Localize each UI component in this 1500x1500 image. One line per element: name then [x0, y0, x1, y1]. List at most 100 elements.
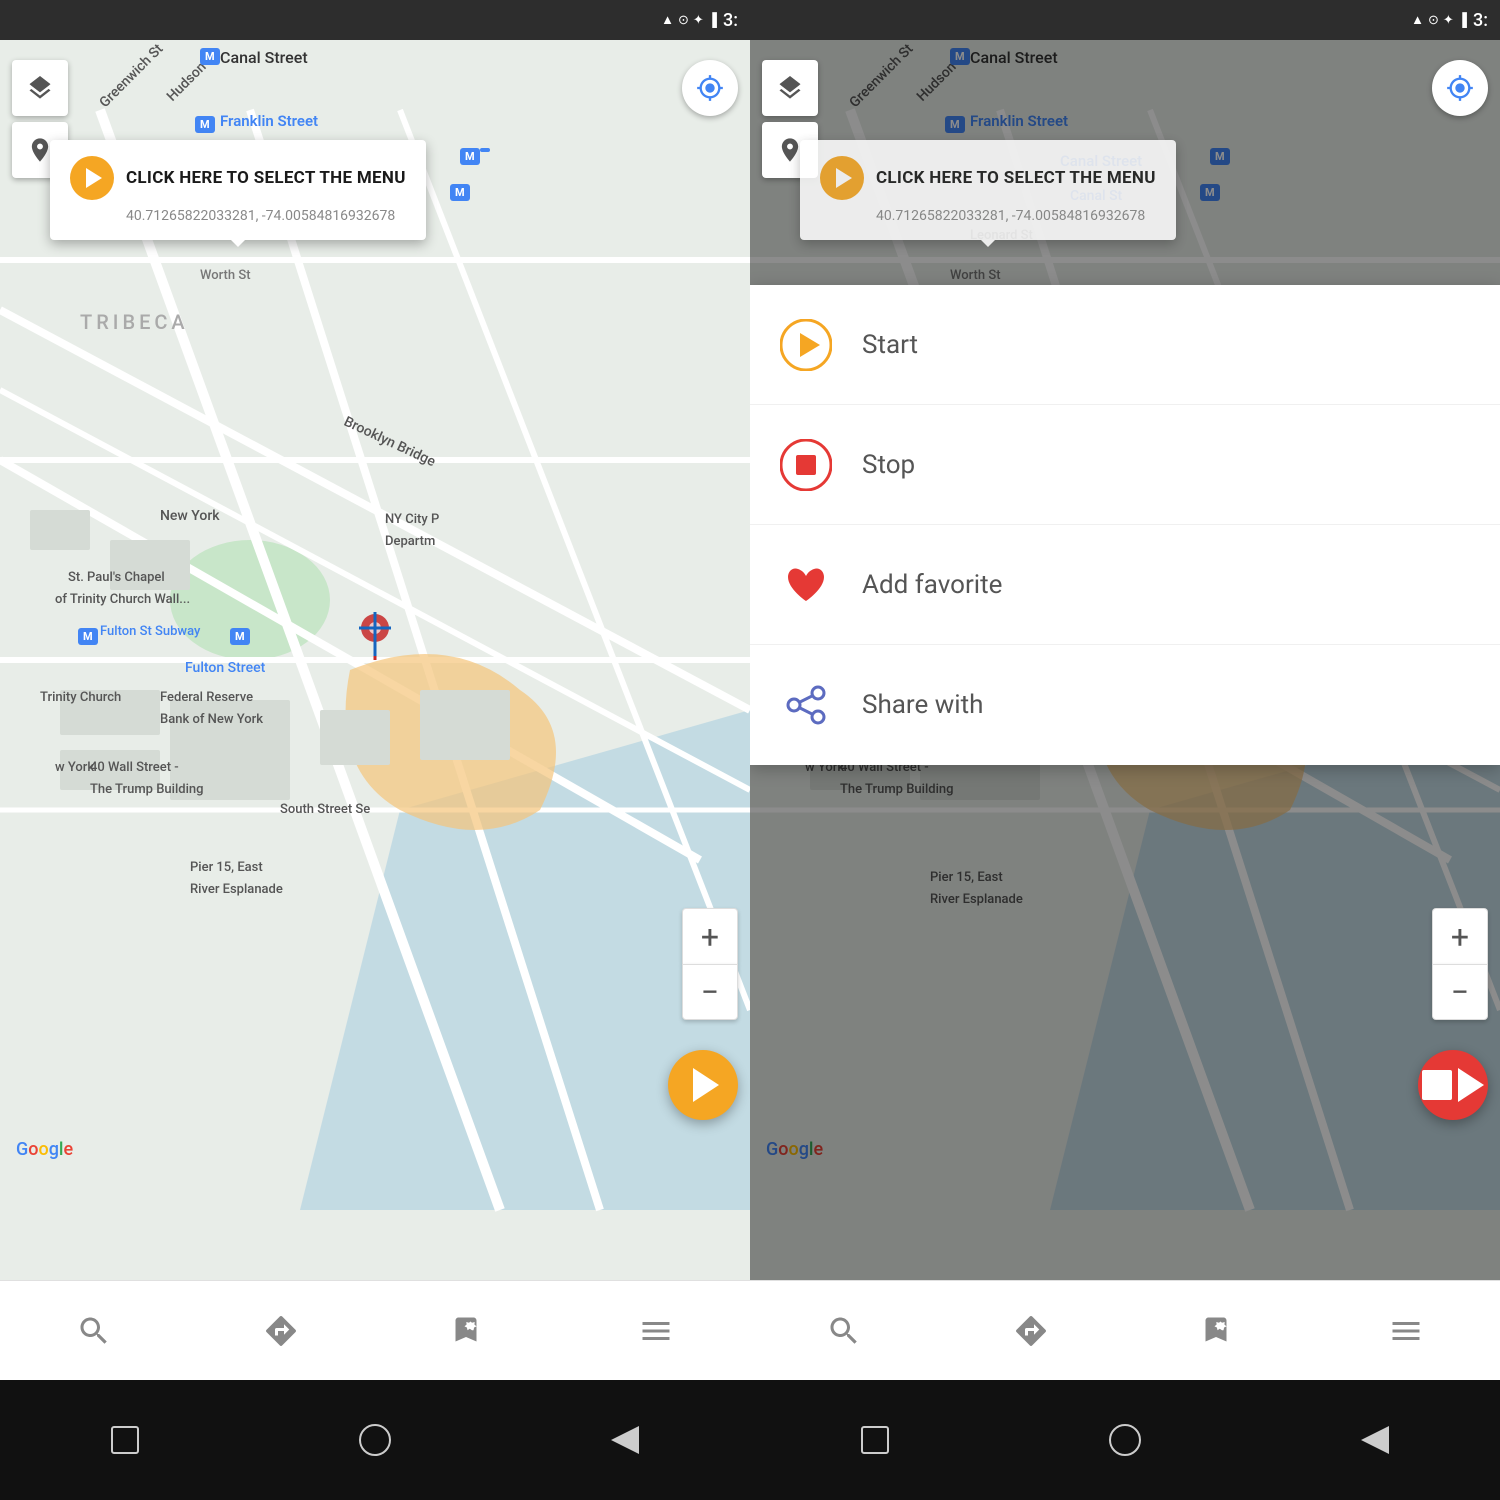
start-play-icon — [780, 319, 832, 371]
bottom-nav-left — [0, 1280, 750, 1380]
map-callout-left[interactable]: CLICK HERE TO SELECT THE MENU 40.7126582… — [50, 140, 426, 240]
google-e: e — [64, 1139, 74, 1160]
crosshair-icon-r — [1446, 74, 1474, 102]
locate-button[interactable] — [682, 60, 738, 116]
status-icons-right: ▲ ⊙ ✦ ▐ — [1411, 12, 1467, 28]
callout-play-icon-right — [820, 156, 864, 200]
callout-coords-left: 40.71265822033281, -74.00584816932678 — [126, 208, 406, 224]
menu-icon-left — [638, 1313, 674, 1349]
nav-directions-right[interactable] — [1001, 1301, 1061, 1361]
location-pin-icon — [357, 610, 393, 660]
callout-title-row-left: CLICK HERE TO SELECT THE MENU — [70, 156, 406, 200]
callout-title-right: CLICK HERE TO SELECT THE MENU — [876, 168, 1156, 188]
status-bar-right: ▲ ⊙ ✦ ▐ 3: — [750, 0, 1500, 40]
favorite-label: Add favorite — [862, 570, 1002, 600]
nav-menu-right[interactable] — [1376, 1301, 1436, 1361]
zoom-out-button[interactable]: − — [682, 964, 738, 1020]
battery-icon-r: ▐ — [1458, 12, 1467, 28]
google-g: G — [16, 1139, 28, 1160]
layers-icon — [26, 74, 54, 102]
dropdown-share[interactable]: Share with — [750, 645, 1500, 765]
dropdown-favorite[interactable]: Add favorite — [750, 525, 1500, 645]
android-back-right[interactable] — [1345, 1410, 1405, 1470]
right-phone-panel: ▲ ⊙ ✦ ▐ 3: — [750, 0, 1500, 1500]
callout-title-left: CLICK HERE TO SELECT THE MENU — [126, 168, 406, 188]
favorite-icon-container — [780, 559, 832, 611]
android-square-icon-r — [861, 1426, 889, 1454]
zoom-buttons-left: + − — [682, 908, 738, 1020]
bluetooth-icon: ✦ — [693, 13, 704, 28]
share-icon — [780, 679, 832, 731]
status-time-left: 3: — [723, 10, 738, 31]
status-icons-left: ▲ ⊙ ✦ ▐ — [661, 12, 717, 28]
heart-icon — [780, 559, 832, 611]
map-callout-right[interactable]: CLICK HERE TO SELECT THE MENU 40.7126582… — [800, 140, 1176, 240]
dropdown-stop[interactable]: Stop — [750, 405, 1500, 525]
share-label: Share with — [862, 690, 983, 720]
layers-icon-r — [776, 74, 804, 102]
status-bar-left: ▲ ⊙ ✦ ▐ 3: — [0, 0, 750, 40]
android-square-icon — [111, 1426, 139, 1454]
crosshair-icon — [696, 74, 724, 102]
google-g2: g — [49, 1139, 59, 1160]
zoom-in-button[interactable]: + — [682, 908, 738, 964]
fab-stop-shape — [1422, 1070, 1452, 1100]
stop-icon-container — [780, 439, 832, 491]
directions-icon-left — [263, 1313, 299, 1349]
android-nav-left — [0, 1380, 750, 1500]
nav-saved-left[interactable] — [439, 1301, 499, 1361]
android-back-icon-r — [1361, 1426, 1389, 1454]
android-home-right[interactable] — [1095, 1410, 1155, 1470]
nav-directions-left[interactable] — [251, 1301, 311, 1361]
map-pin-left — [357, 610, 393, 660]
google-o2: o — [38, 1139, 48, 1160]
directions-icon-right — [1013, 1313, 1049, 1349]
bluetooth-icon-r: ✦ — [1443, 13, 1454, 28]
locate-button-r[interactable] — [1432, 60, 1488, 116]
start-label: Start — [862, 330, 918, 360]
search-icon-left — [76, 1313, 112, 1349]
saved-icon-left — [451, 1313, 487, 1349]
layers-button-r[interactable] — [762, 60, 818, 116]
zoom-in-button-r[interactable]: + — [1432, 908, 1488, 964]
android-circle-icon — [359, 1424, 391, 1456]
android-home-left[interactable] — [345, 1410, 405, 1470]
bottom-nav-right — [750, 1280, 1500, 1380]
layers-button[interactable] — [12, 60, 68, 116]
wifi-icon-r: ⊙ — [1428, 13, 1439, 28]
nav-search-right[interactable] — [814, 1301, 874, 1361]
left-phone-panel: ▲ ⊙ ✦ ▐ 3: — [0, 0, 750, 1500]
android-recent-left[interactable] — [95, 1410, 155, 1470]
fab-play-button-right[interactable] — [1418, 1050, 1488, 1120]
android-back-icon — [611, 1426, 639, 1454]
stop-label: Stop — [862, 450, 915, 480]
android-circle-icon-r — [1109, 1424, 1141, 1456]
nav-menu-left[interactable] — [626, 1301, 686, 1361]
nav-search-left[interactable] — [64, 1301, 124, 1361]
share-icon-container — [780, 679, 832, 731]
stop-icon — [780, 439, 832, 491]
android-recent-right[interactable] — [845, 1410, 905, 1470]
menu-icon-right — [1388, 1313, 1424, 1349]
map-right[interactable]: Greenwich St Hudson St M Canal Street M … — [750, 40, 1500, 1280]
dropdown-start[interactable]: Start — [750, 285, 1500, 405]
zoom-out-button-r[interactable]: − — [1432, 964, 1488, 1020]
search-icon-right — [826, 1313, 862, 1349]
callout-coords-right: 40.71265822033281, -74.00584816932678 — [876, 208, 1156, 224]
dropdown-menu: Start Stop Add favorite — [750, 285, 1500, 765]
saved-icon-right — [1201, 1313, 1237, 1349]
callout-play-icon-left — [70, 156, 114, 200]
android-back-left[interactable] — [595, 1410, 655, 1470]
zoom-buttons-right: + − — [1432, 908, 1488, 1020]
nav-saved-right[interactable] — [1189, 1301, 1249, 1361]
google-o1: o — [28, 1139, 38, 1160]
status-time-right: 3: — [1473, 10, 1488, 31]
callout-title-row-right: CLICK HERE TO SELECT THE MENU — [820, 156, 1156, 200]
android-nav-right — [750, 1380, 1500, 1500]
start-icon-container — [780, 319, 832, 371]
google-logo-left: Google — [16, 1139, 73, 1160]
wifi-icon: ⊙ — [678, 13, 689, 28]
fab-play-button-left[interactable] — [668, 1050, 738, 1120]
map-left[interactable]: Greenwich St Hudson St M Canal Street M … — [0, 40, 750, 1280]
signal-icon: ▲ — [661, 12, 674, 28]
